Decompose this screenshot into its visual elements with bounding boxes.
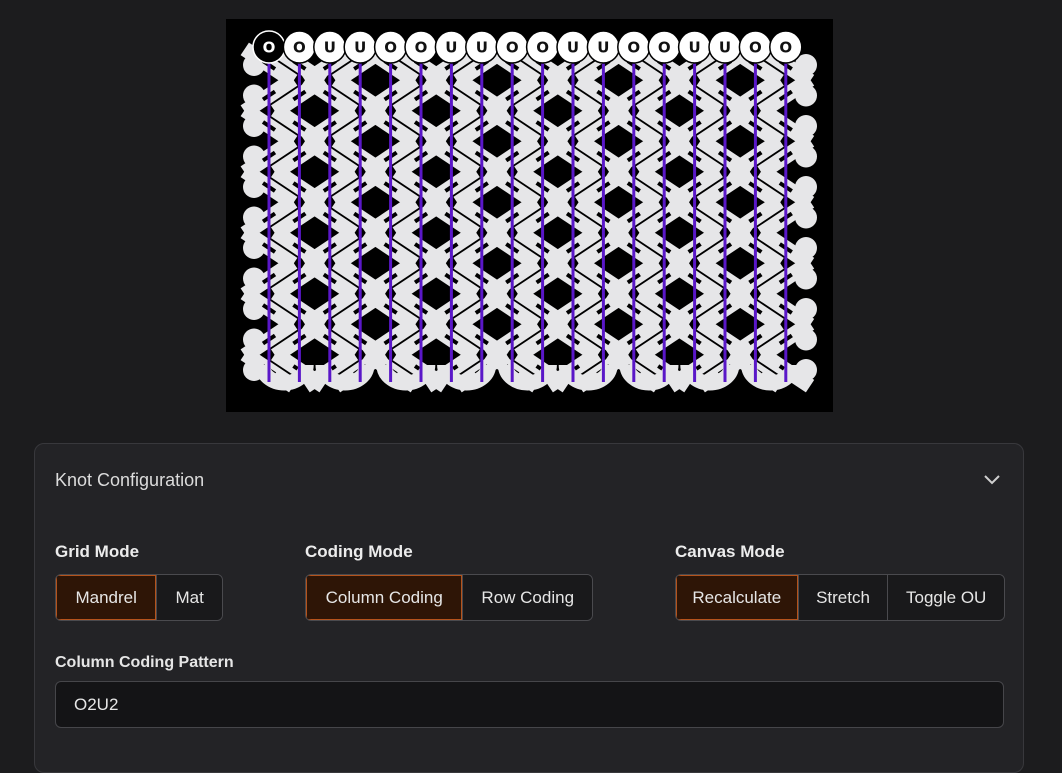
bead-label: U [324,39,336,57]
coding-mode-label: Coding Mode [305,542,413,561]
column-code-bead[interactable]: U [343,30,377,64]
column-code-bead[interactable]: O [617,30,651,64]
bead-label: O [658,39,671,57]
canvas-mode-selector: Recalculate Stretch Toggle OU [675,574,1005,621]
bead-label: U [719,39,731,57]
panel-header[interactable]: Knot Configuration [35,444,1023,520]
column-code-bead-selected[interactable]: O [252,30,286,64]
column-code-bead[interactable]: U [465,30,499,64]
column-coding-button[interactable]: Column Coding [306,575,463,620]
toggle-ou-button[interactable]: Toggle OU [887,575,1004,620]
row-coding-button[interactable]: Row Coding [462,575,592,620]
bead-label: O [749,39,762,57]
grid-mode-selector: Mandrel Mat [55,574,223,621]
canvas-mode-label: Canvas Mode [675,542,785,561]
grid-mode-label: Grid Mode [55,542,140,561]
column-code-bead[interactable]: U [313,30,347,64]
column-coding-pattern-input[interactable] [55,681,1004,728]
knot-configuration-panel: Knot Configuration Grid Mode Mandrel Mat… [34,443,1024,773]
column-coding-pattern-label: Column Coding Pattern [55,654,234,671]
recalculate-button[interactable]: Recalculate [676,575,798,620]
column-code-bead[interactable]: U [586,30,621,64]
column-code-bead[interactable]: O [769,30,803,64]
bead-label: O [263,39,276,57]
bead-label: O [779,39,792,57]
bead-label: O [384,39,397,57]
column-code-bead[interactable]: O [282,30,317,64]
chevron-down-icon[interactable] [983,474,1001,486]
bead-label: U [689,39,701,57]
column-code-bead[interactable]: U [556,30,590,64]
column-code-bead[interactable]: O [738,30,773,64]
bead-label: U [597,39,609,57]
grid-mode-mat-button[interactable]: Mat [156,575,222,620]
column-code-bead[interactable]: U [434,30,469,64]
bead-label: O [415,39,428,57]
column-code-bead[interactable]: O [647,30,681,64]
column-code-bead[interactable]: O [404,30,438,64]
column-code-bead[interactable]: O [495,30,529,64]
bead-label: U [476,39,488,57]
column-code-bead[interactable]: O [373,30,408,64]
knot-diagram[interactable]: OOUUOOUUOOUUOOUUOO [226,19,833,412]
bead-label: O [627,39,640,57]
grid-mode-mandrel-button[interactable]: Mandrel [56,575,157,620]
coding-mode-selector: Column Coding Row Coding [305,574,593,621]
bead-label: O [506,39,519,57]
bead-label: U [567,39,579,57]
bead-label: O [293,39,306,57]
bead-label: U [445,39,457,57]
column-code-bead[interactable]: U [677,30,712,64]
stretch-button[interactable]: Stretch [797,575,888,620]
knot-preview-canvas[interactable]: OOUUOOUUOOUUOOUUOO [226,19,833,412]
panel-title: Knot Configuration [55,470,205,490]
bead-label: U [354,39,366,57]
column-code-bead[interactable]: U [708,30,742,64]
column-code-bead[interactable]: O [525,30,560,64]
bead-label: O [536,39,549,57]
